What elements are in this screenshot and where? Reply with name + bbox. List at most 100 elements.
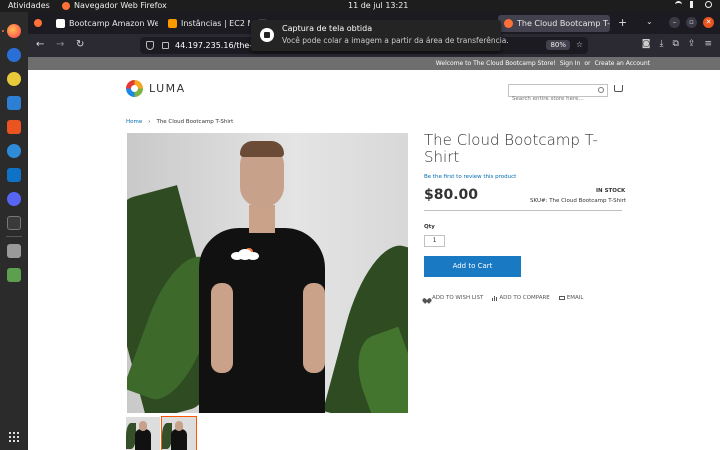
downloads-icon[interactable]: ⤓ [659, 39, 663, 49]
sku-label: SKU#: [530, 198, 548, 204]
zoom-indicator[interactable]: 80% [546, 40, 570, 50]
terminal-icon[interactable] [7, 216, 21, 230]
product-main-image[interactable] [127, 133, 408, 413]
tab-bootcamp-aws[interactable]: Bootcamp Amazon Web ✕ [50, 15, 158, 32]
wishlist-label: ADD TO WISH LIST [432, 295, 484, 301]
discord-icon[interactable] [7, 192, 21, 206]
sku-value: The Cloud Bootcamp T-Shirt [549, 198, 627, 204]
activities-button[interactable]: Atividades [8, 1, 50, 10]
notification-body: Você pode colar a imagem a partir da áre… [282, 36, 509, 45]
notification-title: Captura de tela obtida [282, 24, 373, 33]
extensions-icon[interactable]: ⧉ [672, 39, 678, 49]
cloud-logo-print [231, 248, 261, 260]
reload-icon[interactable]: ↻ [76, 39, 84, 50]
breadcrumb-home-link[interactable]: Home [126, 119, 142, 125]
email-label: EMAIL [566, 295, 584, 301]
back-icon[interactable]: ← [36, 39, 44, 50]
dock-separator [6, 236, 22, 237]
email-link[interactable]: EMAIL [558, 295, 584, 301]
add-to-cart-button[interactable]: Add to Cart [424, 256, 521, 277]
help-icon[interactable] [7, 144, 21, 158]
software-center-icon[interactable] [7, 120, 21, 134]
toolbar-icons: ◙ ⤓ ⧉ ⇪ ≡ [642, 39, 712, 49]
minimize-icon[interactable]: – [669, 17, 680, 28]
luma-logo-icon [126, 80, 143, 97]
compare-label: ADD TO COMPARE [499, 295, 550, 301]
tracking-shield-icon[interactable] [146, 41, 154, 50]
firefox-icon[interactable] [7, 24, 21, 38]
create-account-link[interactable]: Create an Account [595, 60, 650, 67]
close-window-icon[interactable]: ✕ [703, 17, 714, 28]
web-page: Welcome to The Cloud Bootcamp Store! Sig… [28, 57, 720, 450]
firefox-view-icon[interactable] [34, 19, 42, 27]
product-social-links: ADD TO WISH LIST ADD TO COMPARE EMAIL [424, 295, 583, 301]
add-to-wishlist-link[interactable]: ADD TO WISH LIST [424, 295, 483, 301]
system-top-bar: Atividades Navegador Web Firefox 11 de j… [0, 0, 720, 12]
breadcrumb: Home › The Cloud Bootcamp T-Shirt [126, 119, 233, 125]
thumbnail-1[interactable] [126, 417, 160, 450]
product-title: The Cloud Bootcamp T-Shirt [424, 131, 598, 166]
product-price: $80.00 [424, 187, 479, 203]
files-drive-icon[interactable] [7, 244, 21, 258]
product-sku: SKU#: The Cloud Bootcamp T-Shirt [530, 198, 626, 204]
share-icon[interactable]: ⇪ [688, 39, 696, 49]
vscode-icon[interactable] [7, 168, 21, 182]
review-link[interactable]: Be the first to review this product [424, 174, 516, 180]
list-tabs-icon[interactable]: ⌄ [646, 17, 653, 26]
search-input[interactable] [509, 93, 589, 105]
logo-text: LUMA [149, 82, 186, 95]
model-hair [240, 141, 284, 157]
model-neck [249, 205, 275, 233]
tab-label: Bootcamp Amazon Web [69, 19, 158, 28]
tab-cloud-bootcamp-tshirt[interactable]: The Cloud Bootcamp T-Sh ✕ [498, 15, 610, 32]
search-icon[interactable] [598, 87, 604, 93]
thunderbird-icon[interactable] [7, 48, 21, 62]
model-arm [303, 283, 325, 373]
dock [0, 12, 28, 450]
store-panel-bar: Welcome to The Cloud Bootcamp Store! Sig… [28, 57, 720, 70]
sign-in-link[interactable]: Sign In [560, 60, 581, 67]
stock-status: IN STOCK [596, 188, 626, 194]
header-links: Welcome to The Cloud Bootcamp Store! Sig… [436, 60, 650, 67]
store-search [508, 84, 608, 105]
minicart-icon[interactable] [614, 85, 623, 92]
new-tab-icon[interactable]: + [618, 16, 627, 29]
tab-ec2-instances[interactable]: Instâncias | EC2 Mana [162, 15, 250, 32]
bookmark-star-icon[interactable]: ☆ [576, 40, 583, 49]
divider [424, 210, 622, 211]
app-name: Navegador Web Firefox [74, 1, 167, 10]
envelope-icon [558, 296, 565, 300]
model-arm [211, 283, 233, 373]
breadcrumb-current: The Cloud Bootcamp T-Shirt [156, 119, 234, 125]
breadcrumb-separator: › [148, 119, 151, 125]
show-apps-icon[interactable] [9, 432, 19, 442]
forward-icon[interactable]: → [56, 39, 64, 50]
tab-favicon-icon [56, 19, 65, 28]
screenshot-notification[interactable]: Captura de tela obtida Você pode colar a… [251, 20, 509, 51]
or-text: or [584, 60, 591, 67]
insecure-lock-icon[interactable] [162, 42, 169, 49]
app-menu[interactable]: Navegador Web Firefox [62, 1, 167, 10]
tab-label: Instâncias | EC2 Mana [181, 19, 250, 28]
tab-favicon-icon [504, 19, 513, 28]
heart-icon [424, 296, 430, 301]
screenshot-icon [260, 28, 274, 42]
menu-icon[interactable]: ≡ [704, 39, 712, 49]
thumb-head [139, 421, 147, 431]
network-icon [675, 1, 682, 8]
volume-icon [690, 1, 697, 8]
qty-input[interactable]: 1 [424, 235, 445, 247]
compare-icon [492, 295, 498, 301]
thumbnail-2-selected[interactable] [161, 416, 197, 450]
store-logo[interactable]: LUMA [126, 80, 186, 97]
rhythmbox-icon[interactable] [7, 72, 21, 86]
thumb-body [135, 429, 151, 450]
writer-icon[interactable] [7, 96, 21, 110]
pocket-icon[interactable]: ◙ [642, 39, 651, 49]
system-tray[interactable] [675, 1, 712, 8]
trash-icon[interactable] [7, 268, 21, 282]
clock[interactable]: 11 de jul 13:21 [348, 1, 408, 10]
maximize-icon[interactable]: ▫ [686, 17, 697, 28]
add-to-compare-link[interactable]: ADD TO COMPARE [492, 295, 550, 301]
power-icon [705, 1, 712, 8]
